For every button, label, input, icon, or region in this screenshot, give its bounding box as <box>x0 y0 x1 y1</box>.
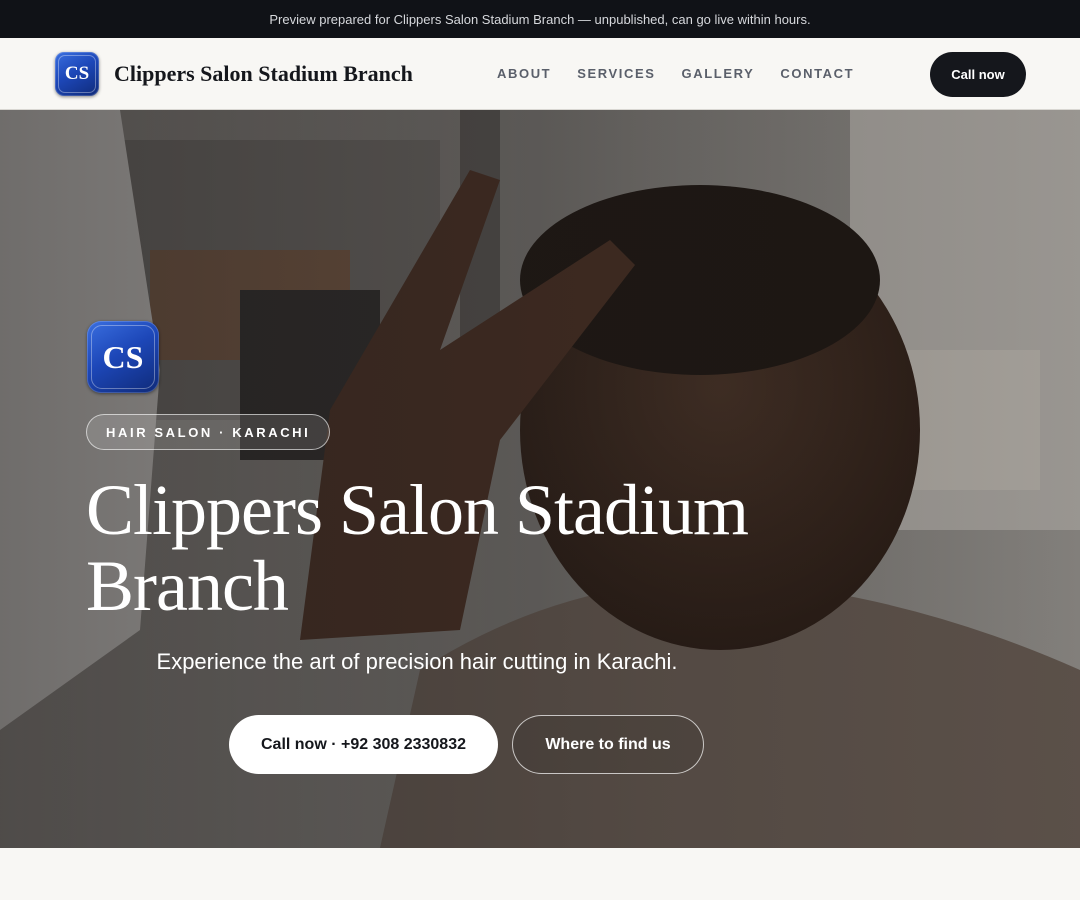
brand-logo-initials: CS <box>64 63 90 84</box>
site-header: CS Clippers Salon Stadium Branch ABOUT S… <box>0 38 1080 110</box>
nav-link-about[interactable]: ABOUT <box>497 66 551 81</box>
where-to-find-us-button[interactable]: Where to find us <box>512 715 704 774</box>
hero-logo-initials: CS <box>102 338 144 375</box>
hero-subtitle: Experience the art of precision hair cut… <box>156 649 678 674</box>
nav-link-contact[interactable]: CONTACT <box>780 66 854 81</box>
nav-link-services[interactable]: SERVICES <box>577 66 655 81</box>
hero-title: Clippers Salon Stadium Branch <box>86 470 749 626</box>
category-tag: HAIR SALON · KARACHI <box>86 414 331 450</box>
hero-section: CS HAIR SALON · KARACHI Clippers Salon S… <box>0 110 1080 848</box>
brand-name[interactable]: Clippers Salon Stadium Branch <box>114 61 413 87</box>
preview-banner-text: Preview prepared for Clippers Salon Stad… <box>269 11 811 27</box>
brand-logo[interactable]: CS <box>55 52 99 96</box>
hero-logo: CS <box>87 321 159 393</box>
call-phone-button[interactable]: Call now · +92 308 2330832 <box>229 715 498 774</box>
below-hero-area <box>0 848 1080 900</box>
call-now-button[interactable]: Call now <box>930 52 1026 97</box>
main-nav: ABOUT SERVICES GALLERY CONTACT <box>497 66 854 81</box>
nav-link-gallery[interactable]: GALLERY <box>682 66 755 81</box>
preview-banner: Preview prepared for Clippers Salon Stad… <box>0 0 1080 38</box>
